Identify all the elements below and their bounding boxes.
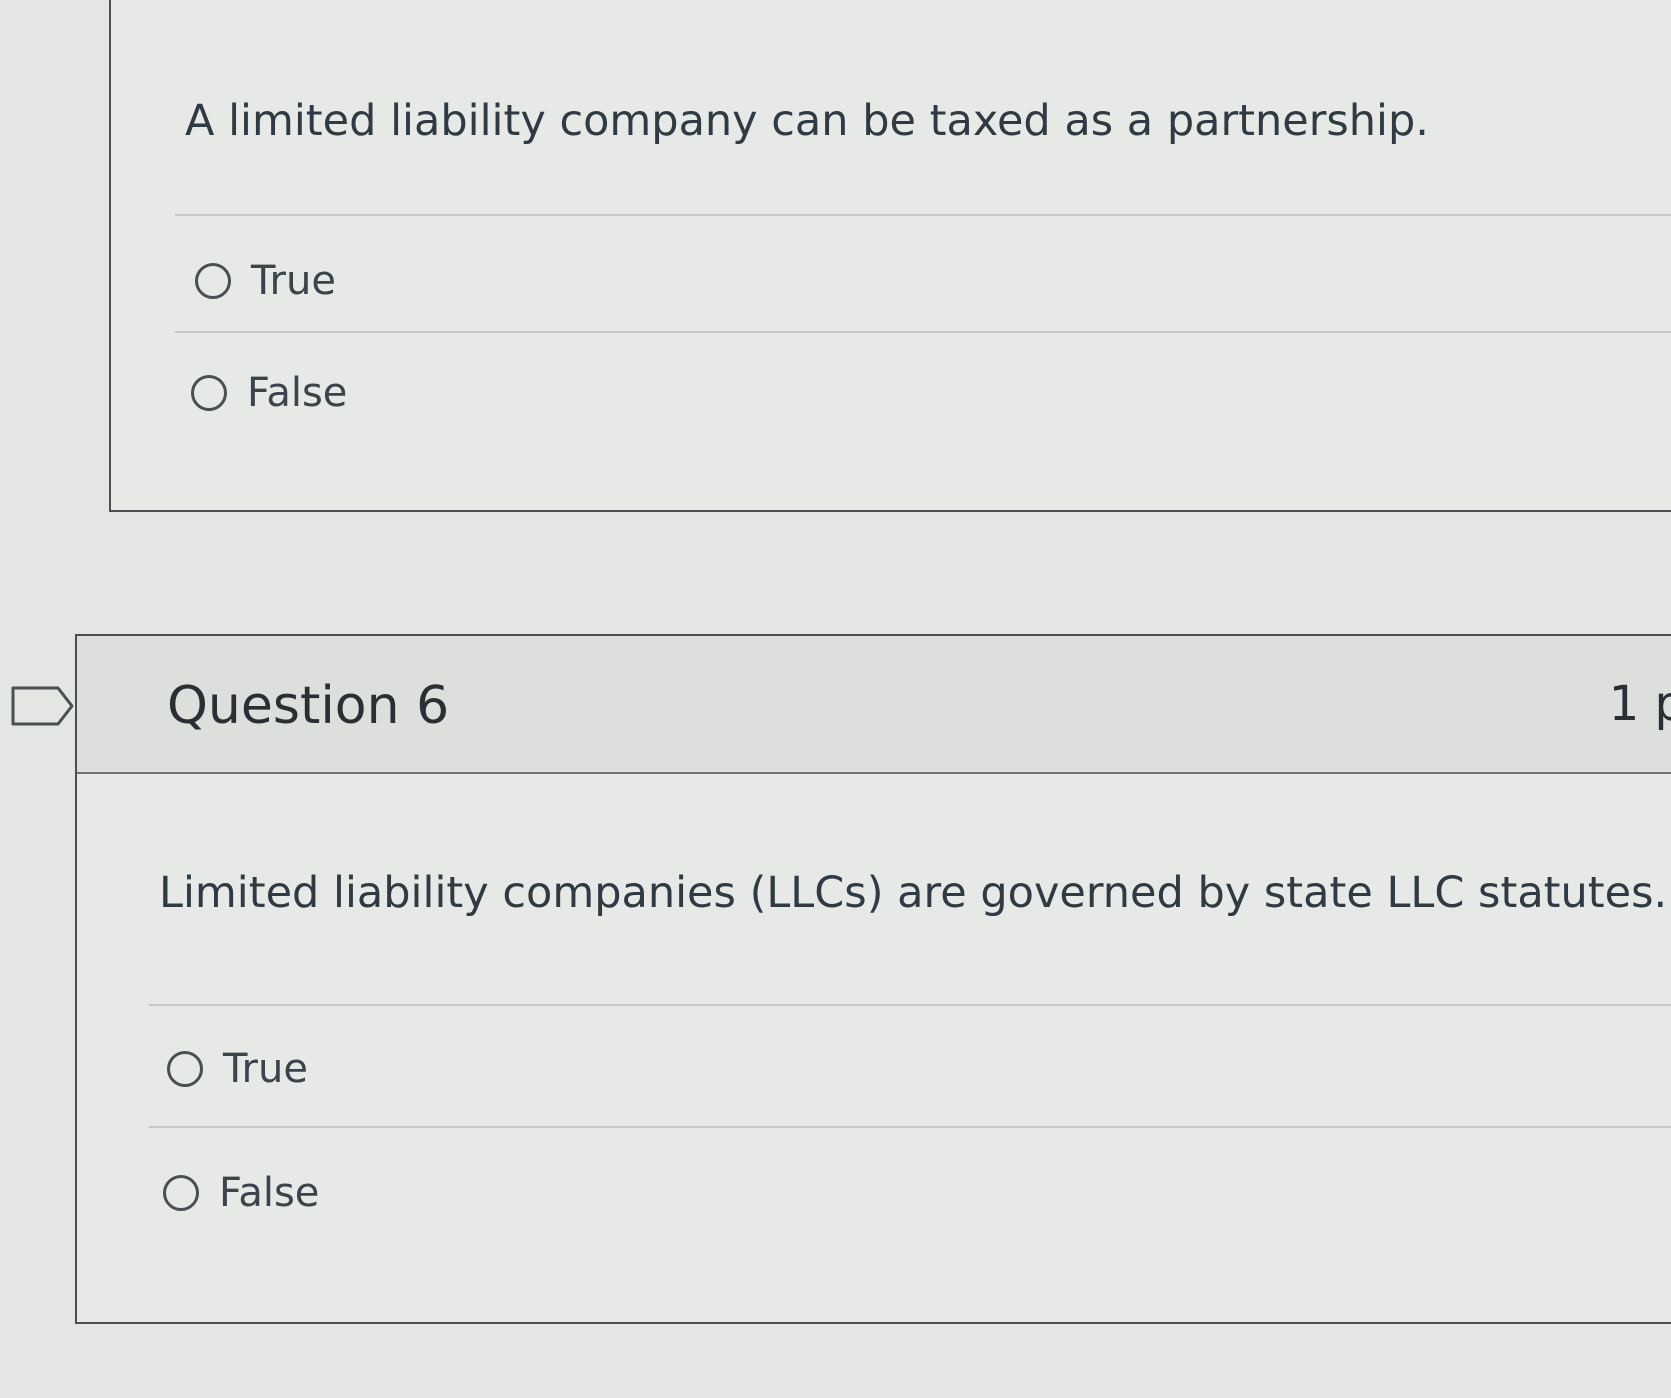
radio-button-icon[interactable]: [167, 1051, 203, 1087]
question-points: 1 p: [1608, 676, 1671, 732]
radio-button-icon[interactable]: [191, 375, 227, 411]
question-6-card: Question 6 1 p Limited liability compani…: [75, 634, 1671, 1324]
question-5-divider: [175, 214, 1671, 216]
question-6-answer-true[interactable]: True: [167, 1046, 308, 1092]
answer-label: True: [251, 258, 336, 304]
question-5-answer-true[interactable]: True: [195, 258, 336, 304]
radio-button-icon[interactable]: [163, 1175, 199, 1211]
question-5-text: A limited liability company can be taxed…: [185, 96, 1429, 146]
question-6-answer-divider: [149, 1126, 1671, 1128]
question-5-card: A limited liability company can be taxed…: [109, 0, 1671, 512]
radio-button-icon[interactable]: [195, 263, 231, 299]
question-6-text: Limited liability companies (LLCs) are g…: [159, 868, 1668, 918]
question-6-divider: [149, 1004, 1671, 1006]
flag-question-icon[interactable]: [10, 685, 76, 727]
question-5-answer-false[interactable]: False: [191, 370, 347, 416]
answer-label: False: [247, 370, 348, 416]
answer-label: True: [223, 1046, 308, 1092]
question-6-header: Question 6 1 p: [77, 636, 1671, 774]
question-6-answer-false[interactable]: False: [163, 1170, 319, 1216]
question-title: Question 6: [167, 676, 450, 736]
answer-label: False: [219, 1170, 320, 1216]
question-5-answer-divider: [175, 331, 1671, 333]
